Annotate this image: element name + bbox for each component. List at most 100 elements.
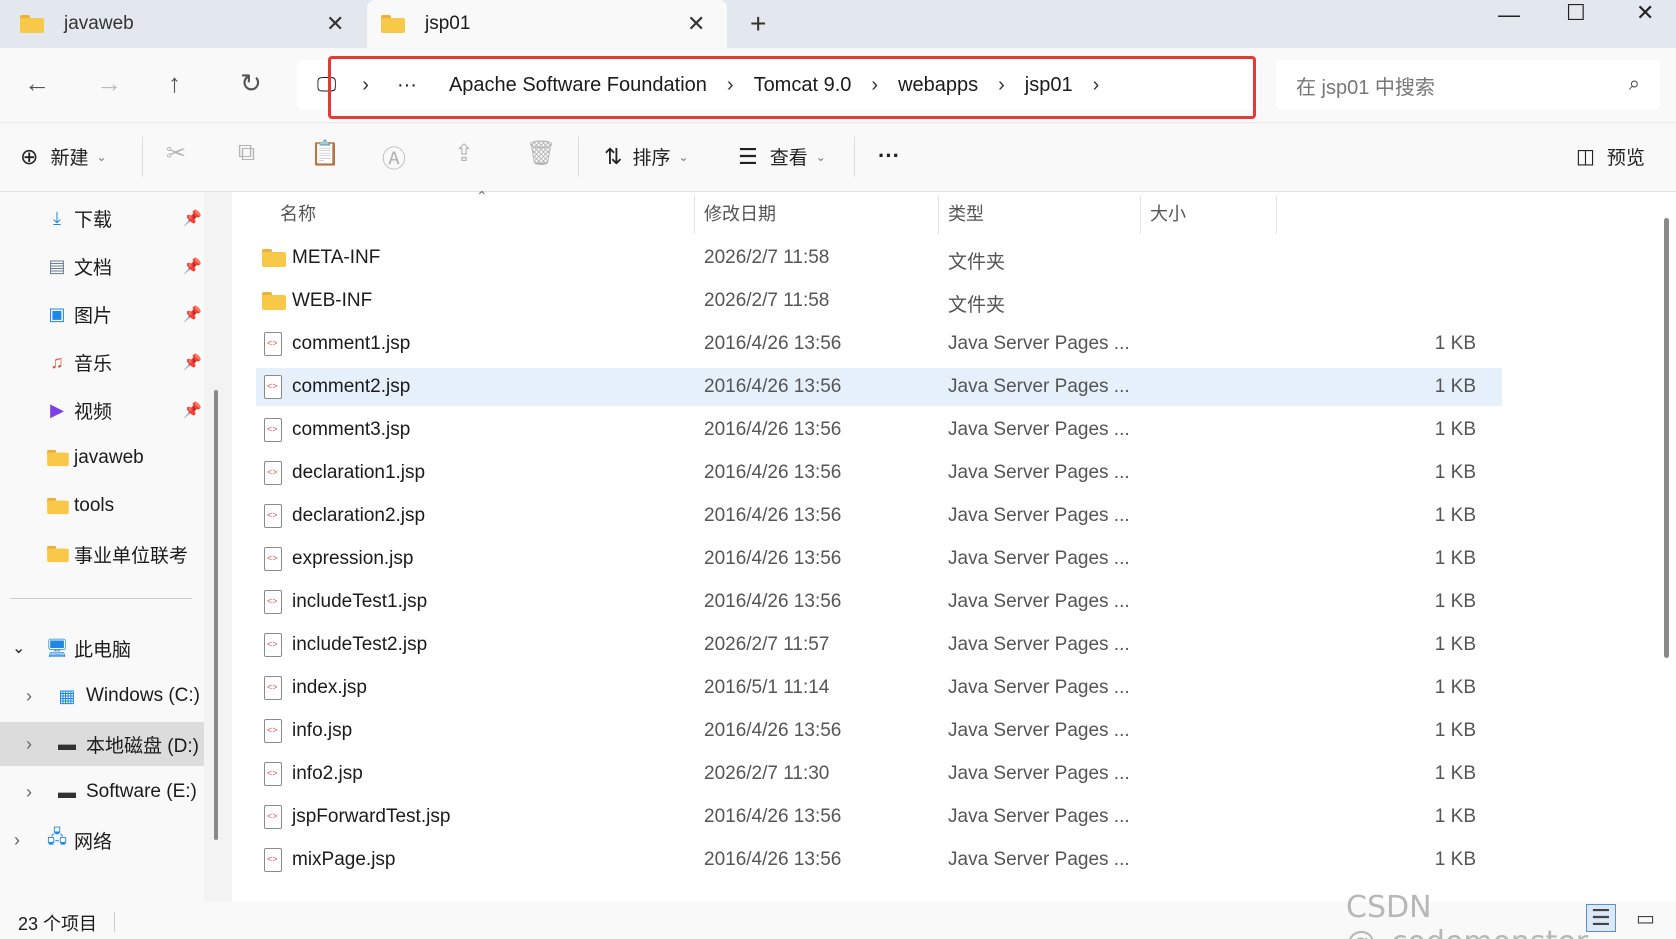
file-list-scrollbar[interactable] [1664, 218, 1669, 658]
copy-button[interactable]: ⧉ [238, 139, 255, 167]
paste-button[interactable]: 📋 [310, 139, 340, 168]
share-button[interactable]: ⇪ [454, 139, 474, 168]
file-type: Java Server Pages ... [948, 376, 1130, 397]
search-icon[interactable]: ⌕ [1629, 73, 1640, 96]
file-row[interactable]: comment1.jsp 2016/4/26 13:56 Java Server P… [256, 325, 1502, 363]
pin-icon[interactable]: 📌 [183, 353, 202, 371]
sidebar-item-network[interactable]: › 🖧 网络 [0, 818, 204, 862]
pictures-icon: ▣ [48, 303, 66, 324]
jsp-file-icon [264, 332, 282, 356]
chevron-right-icon[interactable]: › [26, 734, 32, 755]
file-type: Java Server Pages ... [948, 333, 1130, 354]
new-button[interactable]: ⊕ 新建 ⌄ [20, 143, 107, 170]
sidebar-scrollbar[interactable] [214, 390, 218, 840]
file-row[interactable]: WEB-INF 2026/2/7 11:58 文件夹 [256, 282, 1502, 320]
chevron-right-icon[interactable]: › [26, 782, 32, 803]
file-size: 1 KB [1434, 849, 1476, 870]
file-row[interactable]: info2.jsp 2026/2/7 11:30 Java Server Pages… [256, 755, 1502, 793]
up-button[interactable]: ↑ [168, 68, 181, 99]
file-row[interactable]: declaration1.jsp 2016/4/26 13:56 Java Serv… [256, 454, 1502, 492]
chevron-down-icon[interactable]: ⌄ [12, 638, 25, 658]
file-size: 1 KB [1434, 376, 1476, 397]
sort-button[interactable]: ⇅ 排序 ⌄ [604, 143, 689, 170]
file-row[interactable]: declaration2.jsp 2016/4/26 13:56 Java Serv… [256, 497, 1502, 535]
sidebar-item-music[interactable]: ♫ 音乐 📌 [0, 340, 204, 384]
sidebar-item-label: 网络 [74, 831, 113, 853]
file-row[interactable]: index.jsp 2016/5/1 11:14 Java Server Pages… [256, 669, 1502, 707]
rename-button[interactable]: Ⓐ [382, 139, 406, 174]
sidebar-item-videos[interactable]: ▶ 视频 📌 [0, 388, 204, 432]
jsp-file-icon [264, 375, 282, 399]
close-tab-icon[interactable]: ✕ [687, 11, 705, 37]
sidebar-item-drive-e[interactable]: › ▬ Software (E:) [0, 770, 204, 814]
more-button[interactable]: ··· [878, 143, 900, 169]
close-tab-icon[interactable]: ✕ [326, 11, 344, 37]
file-row[interactable]: includeTest2.jsp 2026/2/7 11:57 Java Serve… [256, 626, 1502, 664]
column-header-size[interactable]: 大小 [1150, 192, 1186, 234]
view-list-icon: ☰ [738, 143, 758, 169]
close-window-button[interactable]: ✕ [1636, 0, 1654, 26]
watermark: CSDN @_codemonster [1346, 890, 1588, 939]
sidebar-item-label: javaweb [74, 447, 144, 468]
tab-jsp01[interactable]: jsp01 ✕ [367, 0, 727, 48]
file-size: 1 KB [1434, 462, 1476, 483]
file-date: 2016/4/26 13:56 [704, 462, 842, 483]
divider [142, 137, 143, 177]
sidebar-item-label: tools [74, 495, 115, 516]
file-row[interactable]: info.jsp 2016/4/26 13:56 Java Server Pages… [256, 712, 1502, 750]
column-header-name[interactable]: 名称 [280, 192, 316, 234]
column-header-date[interactable]: 修改日期 [704, 192, 776, 234]
delete-button[interactable]: 🗑 [526, 139, 556, 168]
refresh-button[interactable]: ↻ [240, 68, 262, 99]
file-row[interactable]: jspForwardTest.jsp 2016/4/26 13:56 Java Se… [256, 798, 1502, 836]
search-input[interactable]: 在 jsp01 中搜索 ⌕ [1276, 60, 1660, 110]
file-row[interactable]: comment2.jsp 2016/4/26 13:56 Java Server P… [256, 368, 1502, 406]
preview-button[interactable]: ◫ 预览 [1576, 143, 1645, 170]
sidebar-item-drive-c[interactable]: › ▦ Windows (C:) [0, 674, 204, 718]
back-button[interactable]: ← [24, 68, 50, 99]
sidebar-item-javaweb[interactable]: javaweb [0, 436, 204, 480]
sidebar-item-documents[interactable]: ▤ 文档 📌 [0, 244, 204, 288]
forward-button[interactable]: → [96, 68, 122, 99]
sidebar-item-label: 文档 [74, 257, 113, 279]
sidebar-item-label: 本地磁盘 (D:) [86, 735, 199, 757]
file-row[interactable]: mixPage.jsp 2016/4/26 13:56 Java Server Pa… [256, 841, 1502, 879]
column-divider[interactable] [938, 196, 939, 234]
chevron-right-icon[interactable]: › [14, 830, 20, 851]
file-name: jspForwardTest.jsp [292, 806, 451, 827]
maximize-button[interactable]: ☐ [1566, 0, 1586, 26]
jsp-file-icon [264, 418, 282, 442]
pin-icon[interactable]: 📌 [183, 209, 202, 227]
new-tab-button[interactable]: + [750, 8, 766, 40]
pin-icon[interactable]: 📌 [183, 401, 202, 419]
column-header-type[interactable]: 类型 [948, 192, 984, 234]
view-label: 查看 [769, 148, 808, 169]
monitor-icon: 🖥 [45, 637, 69, 658]
file-row[interactable]: META-INF 2026/2/7 11:58 文件夹 [256, 239, 1502, 277]
pin-icon[interactable]: 📌 [183, 257, 202, 275]
sidebar-item-exam[interactable]: 事业单位联考 [0, 532, 204, 576]
chevron-down-icon: ⌄ [678, 149, 689, 164]
column-divider[interactable] [1276, 196, 1277, 234]
drive-icon: ▬ [58, 733, 76, 754]
jsp-file-icon [264, 461, 282, 485]
jsp-file-icon [264, 762, 282, 786]
cut-button[interactable]: ✂ [166, 139, 186, 168]
file-type: Java Server Pages ... [948, 806, 1130, 827]
column-divider[interactable] [694, 196, 695, 234]
column-divider[interactable] [1140, 196, 1141, 234]
minimize-button[interactable]: — [1498, 2, 1520, 28]
tab-javaweb[interactable]: javaweb ✕ [0, 0, 365, 48]
file-row[interactable]: comment3.jsp 2016/4/26 13:56 Java Server P… [256, 411, 1502, 449]
view-button[interactable]: ☰ 查看 ⌄ [738, 143, 826, 170]
file-name: includeTest2.jsp [292, 634, 428, 655]
file-row[interactable]: expression.jsp 2016/4/26 13:56 Java Server… [256, 540, 1502, 578]
sidebar-item-downloads[interactable]: ⤓ 下载 📌 [0, 196, 204, 240]
file-row[interactable]: includeTest1.jsp 2016/4/26 13:56 Java Serv… [256, 583, 1502, 621]
sidebar-item-tools[interactable]: tools [0, 484, 204, 528]
sidebar-item-drive-d[interactable]: › ▬ 本地磁盘 (D:) [0, 722, 204, 766]
pin-icon[interactable]: 📌 [183, 305, 202, 323]
sidebar-item-pictures[interactable]: ▣ 图片 📌 [0, 292, 204, 336]
sidebar-item-this-pc[interactable]: ⌄ 🖥 此电脑 [0, 626, 204, 670]
chevron-right-icon[interactable]: › [26, 686, 32, 707]
